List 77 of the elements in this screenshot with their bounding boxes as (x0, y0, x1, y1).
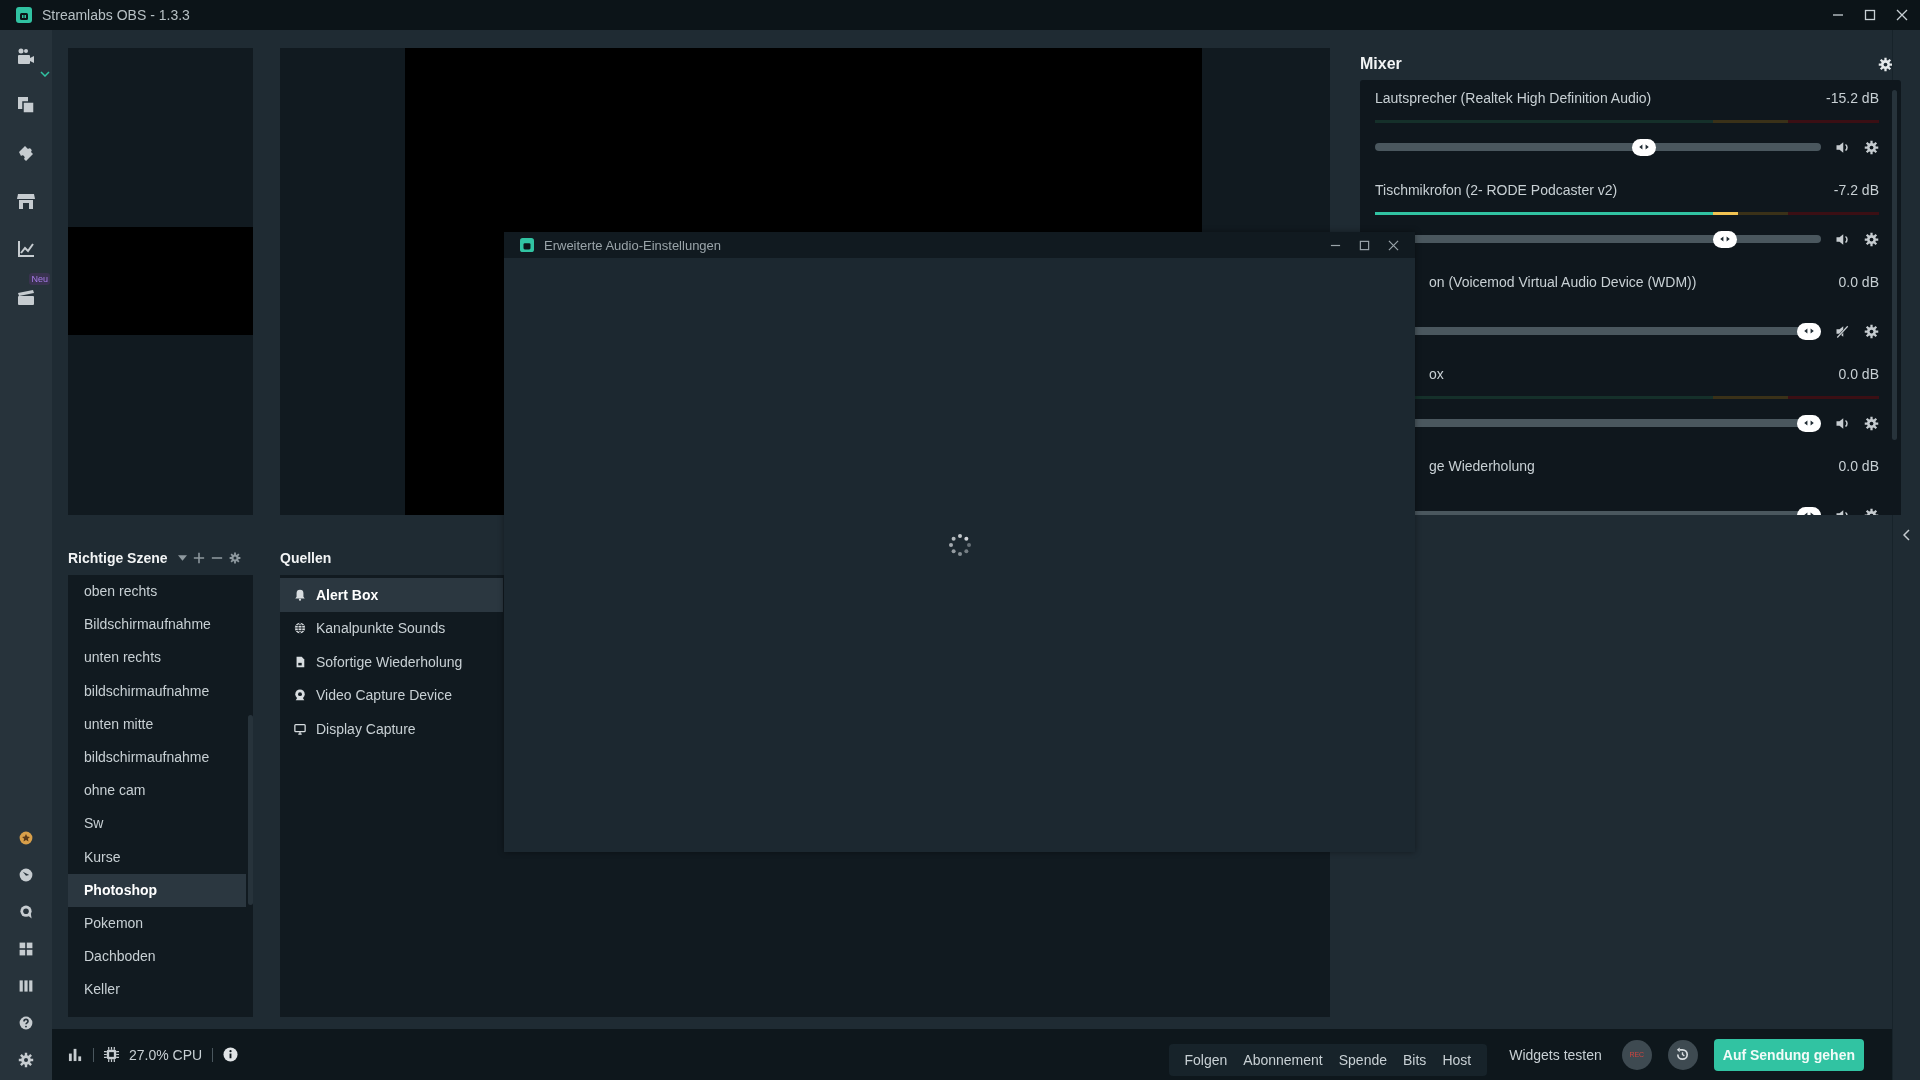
cpu-usage: 27.0% CPU (129, 1046, 203, 1063)
scene-item[interactable]: unten mitte (68, 707, 246, 741)
app-logo-icon (16, 7, 32, 23)
volume-reading: -7.2 dB (1833, 182, 1879, 198)
scene-item[interactable]: ohne cam (68, 774, 246, 808)
new-badge: Neu (29, 273, 50, 285)
scene-item[interactable]: Keller (68, 973, 246, 1007)
dialog-title: Erweiterte Audio-Einstellungen (544, 237, 722, 253)
test-alert-button[interactable]: Host (1434, 1043, 1480, 1076)
columns-icon[interactable] (18, 978, 34, 994)
maximize-icon[interactable] (1359, 239, 1370, 251)
bell-icon (294, 588, 306, 601)
scene-item[interactable]: Sw (68, 807, 246, 841)
chat-bubble-icon[interactable] (18, 904, 34, 920)
source-item[interactable]: Alert Box (280, 578, 503, 612)
window-title: Streamlabs OBS - 1.3.3 (42, 7, 190, 23)
scrollbar[interactable] (1892, 90, 1897, 440)
scene-item[interactable]: unten rechts (68, 641, 246, 675)
maximize-icon[interactable] (1864, 9, 1876, 21)
scene-item[interactable]: Photoshop (68, 873, 246, 907)
close-icon[interactable] (1388, 239, 1399, 251)
source-item[interactable]: Kanalpunkte Sounds (280, 611, 503, 645)
processor-icon (104, 1047, 119, 1062)
source-item[interactable]: Sofortige Wiederholung (280, 645, 503, 679)
volume-reading: 0.0 dB (1838, 458, 1879, 474)
bar-chart-icon[interactable] (68, 1047, 83, 1062)
test-alert-button[interactable]: Spende (1330, 1043, 1396, 1076)
scene-item[interactable]: bildschirmaufnahme (68, 674, 246, 708)
store-icon[interactable] (16, 191, 36, 211)
scrollbar[interactable] (248, 715, 253, 905)
sources-title: Quellen (280, 549, 332, 566)
test-alert-button[interactable]: Abonnement (1235, 1043, 1331, 1076)
source-item[interactable]: Display Capture (280, 712, 503, 746)
file-icon (294, 655, 306, 668)
source-item[interactable]: Video Capture Device (280, 678, 503, 712)
volume-reading: -15.2 dB (1826, 90, 1879, 106)
test-alert-button[interactable]: Bits (1395, 1043, 1435, 1076)
replay-button[interactable] (1667, 1039, 1698, 1070)
channel-name: Lautsprecher (Realtek High Definition Audio) (1375, 90, 1652, 106)
copy-icon[interactable] (16, 95, 36, 115)
channel-name: ox (1428, 366, 1444, 382)
star-coin-icon[interactable] (18, 830, 34, 846)
scene-item[interactable]: Kurse (68, 840, 246, 874)
scene-item[interactable]: Pokemon (68, 906, 246, 941)
monitor-icon (294, 722, 306, 735)
replay-icon (1675, 1047, 1691, 1062)
grid-icon[interactable] (18, 941, 34, 957)
info-icon[interactable] (223, 1047, 239, 1062)
compass-icon[interactable] (18, 867, 34, 883)
test-alert-button[interactable]: Folgen (1176, 1043, 1236, 1076)
scene-collection-title: Richtige Szene (68, 549, 168, 566)
volume-reading: 0.0 dB (1838, 274, 1879, 290)
webcam-icon (294, 689, 306, 702)
muted-speaker-icon[interactable] (1835, 323, 1850, 339)
scene-item[interactable]: oben rechts (68, 575, 246, 609)
dropdown-caret-icon[interactable] (177, 554, 187, 561)
globe-icon (294, 622, 306, 635)
add-icon[interactable] (192, 551, 205, 564)
mixer-title: Mixer (1360, 55, 1402, 73)
scene-item[interactable]: Dachboden (68, 940, 246, 974)
video-camera-icon[interactable] (16, 47, 36, 67)
channel-name: on (Voicemod Virtual Audio Device (WDM)) (1428, 274, 1697, 290)
line-chart-icon[interactable] (16, 239, 36, 259)
clapperboard-icon[interactable] (16, 287, 36, 307)
volume-reading: 0.0 dB (1838, 366, 1879, 382)
scene-item[interactable]: Bildschirmaufnahme (68, 608, 246, 642)
help-icon[interactable] (18, 1015, 34, 1031)
chevron-down-icon[interactable] (40, 71, 50, 77)
channel-name: ge Wiederholung (1428, 458, 1535, 474)
widgets-test-label: Widgets testen (1509, 1046, 1602, 1063)
channel-name: Tischmikrofon (2- RODE Podcaster v2) (1375, 182, 1618, 198)
scene-item[interactable]: bildschirmaufnahme (68, 740, 246, 775)
close-icon[interactable] (1896, 9, 1908, 21)
puzzle-icon[interactable] (16, 143, 36, 163)
app-logo-icon (520, 238, 534, 252)
chevron-left-icon[interactable] (1902, 529, 1911, 541)
volume-slider[interactable] (1375, 138, 1821, 156)
